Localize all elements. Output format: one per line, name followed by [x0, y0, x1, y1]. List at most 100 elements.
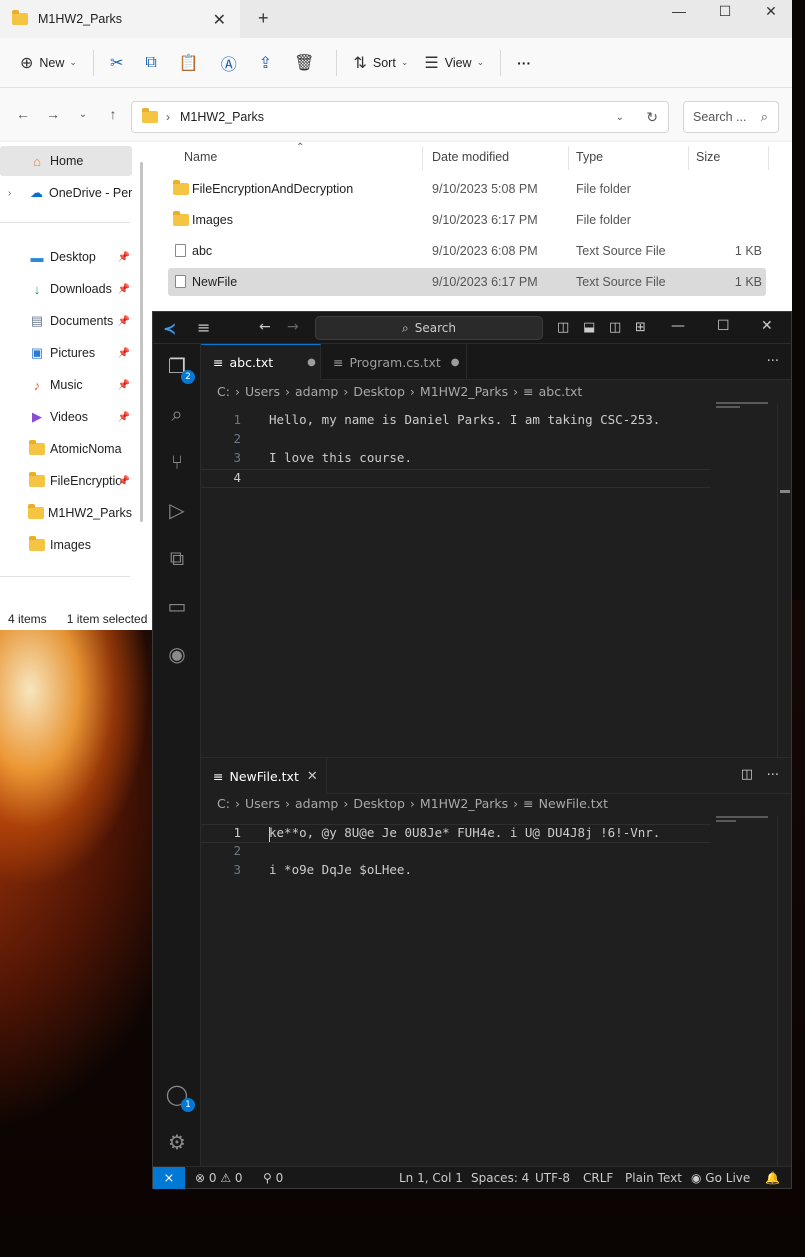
rename-button[interactable]: Ⓐ [213, 47, 251, 79]
file-row[interactable]: Images 9/10/2023 6:17 PM File folder [168, 206, 766, 234]
nav-item-desktop[interactable]: ▬ Desktop 📌 [0, 242, 132, 272]
line-ending[interactable]: CRLF [583, 1171, 613, 1185]
breadcrumb[interactable]: M1HW2_Parks [180, 110, 264, 124]
settings-gear-icon[interactable]: ⚙ [163, 1128, 191, 1156]
breadcrumb-item[interactable]: Desktop [353, 796, 405, 811]
accounts-icon[interactable]: ◯ 1 [163, 1080, 195, 1112]
source-control-icon[interactable]: ⑂ [163, 448, 191, 476]
breadcrumb-item[interactable]: Users [245, 796, 280, 811]
remote-indicator-icon[interactable]: ⨯ [153, 1167, 185, 1189]
toggle-secondary-sidebar-icon[interactable]: ◫ [609, 320, 621, 335]
run-debug-icon[interactable]: ▷ [163, 496, 191, 524]
nav-item-pictures[interactable]: ▣ Pictures 📌 [0, 338, 132, 368]
unsaved-dot-icon[interactable]: ● [451, 357, 460, 368]
back-arrow-icon[interactable]: ← [259, 319, 271, 335]
breadcrumb-item[interactable]: Desktop [353, 384, 405, 399]
explorer-tab[interactable]: M1HW2_Parks ✕ [0, 0, 240, 38]
github-icon[interactable]: ◉ [163, 640, 191, 668]
ports-indicator[interactable]: ⚲ 0 [263, 1171, 283, 1185]
cut-button[interactable]: ✂ [102, 47, 137, 79]
address-input[interactable]: › M1HW2_Parks ⌄ ↻ [131, 101, 669, 133]
editor-scrollbar[interactable] [777, 404, 790, 759]
nav-scrollbar[interactable] [140, 162, 143, 522]
nav-item-onedrive[interactable]: › ☁ OneDrive - Perso [0, 178, 132, 208]
expand-chevron-icon[interactable]: › [8, 188, 11, 199]
close-tab-icon[interactable]: ✕ [213, 10, 226, 30]
forward-arrow-icon[interactable]: → [38, 106, 68, 122]
problems-indicator[interactable]: ⊗ 0 ⚠ 0 [195, 1171, 243, 1185]
breadcrumb-item[interactable]: M1HW2_Parks [420, 384, 508, 399]
breadcrumb-item[interactable]: Users [245, 384, 280, 399]
breadcrumb-item[interactable]: M1HW2_Parks [420, 796, 508, 811]
paste-button[interactable]: 📋 [171, 47, 213, 79]
close-window-button[interactable]: ✕ [748, 0, 794, 22]
column-header-name[interactable]: Name [184, 150, 217, 164]
tab-abc-txt[interactable]: ≡ abc.txt ● [201, 344, 321, 380]
scrollbar-thumb[interactable] [780, 490, 790, 493]
nav-item-m1hw2-parks[interactable]: M1HW2_Parks [0, 498, 132, 528]
file-row[interactable]: FileEncryptionAndDecryption 9/10/2023 5:… [168, 175, 766, 203]
close-tab-icon[interactable]: ✕ [307, 769, 318, 784]
breadcrumb-item[interactable]: adamp [295, 796, 338, 811]
view-button[interactable]: ☰ View ⌄ [416, 47, 492, 79]
tab-program-cs-txt[interactable]: ≡ Program.cs.txt ● [321, 344, 467, 380]
new-button[interactable]: ⊕ New ⌄ [12, 47, 85, 79]
column-header-size[interactable]: Size [696, 150, 720, 164]
indentation[interactable]: Spaces: 4 [471, 1171, 529, 1185]
hamburger-menu-icon[interactable]: ≡ [197, 318, 210, 337]
toggle-sidebar-icon[interactable]: ◫ [557, 320, 569, 335]
column-header-type[interactable]: Type [576, 150, 603, 164]
share-button[interactable]: ⇪ [251, 47, 286, 79]
breadcrumb-item[interactable]: NewFile.txt [539, 796, 608, 811]
command-center-search[interactable]: ⌕ Search [315, 316, 543, 340]
go-live-button[interactable]: ◉ Go Live [691, 1171, 750, 1185]
delete-button[interactable]: 🗑 [286, 47, 328, 79]
split-editor-icon[interactable]: ◫ [741, 767, 753, 782]
notifications-bell-icon[interactable]: 🔔 [765, 1171, 780, 1185]
more-actions-icon[interactable]: ··· [767, 354, 779, 369]
column-divider[interactable] [568, 146, 569, 170]
nav-item-images[interactable]: Images [0, 530, 132, 560]
minimize-button[interactable]: — [671, 318, 685, 334]
breadcrumb-item[interactable]: adamp [295, 384, 338, 399]
new-tab-button[interactable]: + [258, 8, 269, 29]
file-row[interactable]: abc 9/10/2023 6:08 PM Text Source File 1… [168, 237, 766, 265]
nav-item-atomicnoma[interactable]: AtomicNoma [0, 434, 132, 464]
nav-item-documents[interactable]: ▤ Documents 📌 [0, 306, 132, 336]
search-icon[interactable]: ⌕ [163, 400, 191, 428]
extensions-icon[interactable]: ⧉ [163, 544, 191, 572]
unsaved-dot-icon[interactable]: ● [307, 357, 316, 368]
maximize-button[interactable]: ☐ [702, 0, 748, 22]
column-divider[interactable] [768, 146, 769, 170]
language-mode[interactable]: Plain Text [625, 1171, 682, 1185]
copy-button[interactable]: ⧉ [137, 47, 170, 79]
breadcrumb-item[interactable]: C: [217, 384, 230, 399]
nav-item-music[interactable]: ♪ Music 📌 [0, 370, 132, 400]
minimize-button[interactable]: — [656, 0, 702, 22]
column-divider[interactable] [422, 146, 423, 170]
breadcrumb-item[interactable]: abc.txt [539, 384, 583, 399]
file-row-selected[interactable]: NewFile 9/10/2023 6:17 PM Text Source Fi… [168, 268, 766, 296]
minimap[interactable] [716, 402, 774, 416]
nav-item-videos[interactable]: ▶ Videos 📌 [0, 402, 132, 432]
breadcrumb-item[interactable]: C: [217, 796, 230, 811]
encoding[interactable]: UTF-8 [535, 1171, 570, 1185]
forward-arrow-icon[interactable]: → [287, 319, 299, 335]
more-options-button[interactable]: ··· [509, 47, 539, 79]
nav-item-fileencryption[interactable]: FileEncryptio 📌 [0, 466, 132, 496]
search-input[interactable]: Search ... ⌕ [683, 101, 779, 133]
minimap[interactable] [716, 816, 774, 830]
close-window-button[interactable]: ✕ [761, 318, 773, 334]
up-arrow-icon[interactable]: ↑ [98, 106, 128, 122]
refresh-icon[interactable]: ↻ [646, 109, 658, 126]
nav-item-home[interactable]: ⌂ Home [0, 146, 132, 176]
customize-layout-icon[interactable]: ⊞ [635, 320, 646, 335]
editor-scrollbar[interactable] [777, 816, 789, 1166]
column-divider[interactable] [688, 146, 689, 170]
toggle-panel-icon[interactable]: ⬓ [583, 320, 595, 335]
back-arrow-icon[interactable]: ← [8, 106, 38, 122]
sort-button[interactable]: ⇅ Sort ⌄ [345, 47, 416, 79]
recent-chevron-icon[interactable]: ⌄ [68, 109, 98, 120]
chevron-down-icon[interactable]: ⌄ [616, 112, 624, 123]
remote-explorer-icon[interactable]: ▭ [163, 592, 191, 620]
